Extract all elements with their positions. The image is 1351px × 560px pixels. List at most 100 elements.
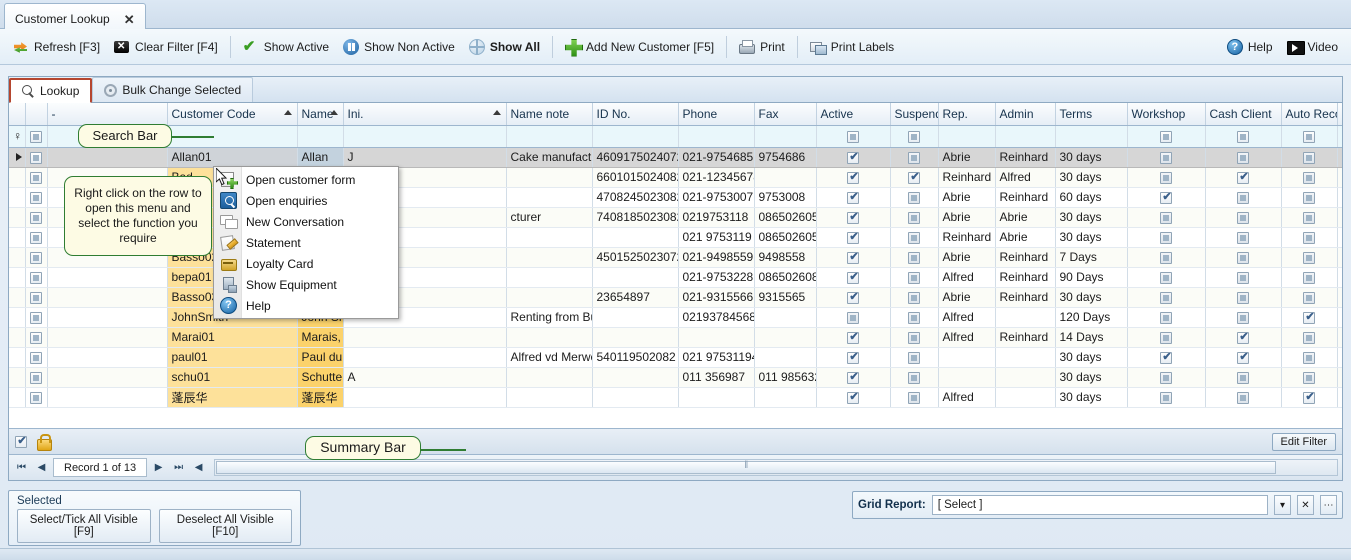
- table-row[interactable]: 蓬辰华蓬辰华 Alfred 30 days 24: [9, 387, 1342, 408]
- row-select-checkbox[interactable]: [30, 271, 42, 284]
- cell-namenote[interactable]: [506, 227, 593, 248]
- cell-fax[interactable]: 9498558: [754, 247, 817, 268]
- cell-workshop[interactable]: [1127, 247, 1206, 268]
- cell-workshop[interactable]: [1127, 267, 1206, 288]
- cell-phone[interactable]: 021-9498559: [678, 247, 755, 268]
- checkbox-cashclient[interactable]: [1237, 251, 1249, 264]
- filter-select-checkbox[interactable]: [30, 130, 42, 143]
- filter-checkbox-workshop[interactable]: [1160, 130, 1172, 143]
- cell-fax[interactable]: [754, 387, 817, 408]
- cell-ini[interactable]: [343, 327, 507, 348]
- row-select-cell[interactable]: [25, 287, 48, 308]
- more-options-icon[interactable]: ⋯: [1320, 495, 1337, 515]
- cell-idno[interactable]: 4609175024072: [592, 146, 679, 168]
- cell-rep[interactable]: Alfred: [938, 307, 996, 328]
- cell-dash[interactable]: [47, 287, 168, 308]
- cell-code[interactable]: paul01: [167, 347, 298, 368]
- cell-admin[interactable]: Abrie: [995, 207, 1056, 228]
- filter-cell-name[interactable]: [297, 125, 344, 148]
- cell-phone[interactable]: 021-9315566: [678, 287, 755, 308]
- cell-active[interactable]: [816, 167, 891, 188]
- checkbox-cashclient[interactable]: [1237, 231, 1249, 244]
- tab-bulk-change-selected[interactable]: Bulk Change Selected: [92, 77, 254, 102]
- checkbox-cashclient[interactable]: [1237, 391, 1249, 404]
- column-header-idno[interactable]: ID No.: [592, 103, 679, 126]
- cell-fax[interactable]: 0865026089: [754, 267, 817, 288]
- cell-autorecon[interactable]: [1281, 187, 1338, 208]
- cell-interest[interactable]: 0: [1337, 347, 1342, 368]
- menu-item-show-equipment[interactable]: Show Equipment: [214, 274, 398, 295]
- cell-workshop[interactable]: [1127, 207, 1206, 228]
- cell-active[interactable]: [816, 347, 891, 368]
- cell-fax[interactable]: 9754686: [754, 146, 817, 168]
- cell-autorecon[interactable]: [1281, 146, 1338, 168]
- cell-cashclient[interactable]: [1205, 267, 1282, 288]
- cell-phone[interactable]: 021-9754685: [678, 146, 755, 168]
- column-header-suspended[interactable]: Suspended: [890, 103, 939, 126]
- filter-cell-terms[interactable]: [1055, 125, 1128, 148]
- cell-rep[interactable]: Abrie: [938, 207, 996, 228]
- cell-cashclient[interactable]: [1205, 387, 1282, 408]
- checkbox-suspended[interactable]: [908, 271, 920, 284]
- filter-cell-rep[interactable]: [938, 125, 996, 148]
- filter-checkbox-suspended[interactable]: [908, 130, 920, 143]
- column-header-ini[interactable]: Ini.: [343, 103, 507, 126]
- cell-phone[interactable]: 021 97531194: [678, 347, 755, 368]
- cell-dash[interactable]: [47, 387, 168, 408]
- checkbox-autorecon[interactable]: [1303, 291, 1315, 304]
- cell-suspended[interactable]: [890, 187, 939, 208]
- cell-phone[interactable]: 021-123456789: [678, 167, 755, 188]
- cell-dash[interactable]: [47, 267, 168, 288]
- cell-suspended[interactable]: [890, 387, 939, 408]
- menu-item-help[interactable]: Help: [214, 295, 398, 316]
- cell-namenote[interactable]: [506, 267, 593, 288]
- row-select-checkbox[interactable]: [30, 211, 42, 224]
- cell-admin[interactable]: [995, 387, 1056, 408]
- checkbox-autorecon[interactable]: [1303, 390, 1316, 404]
- table-row[interactable]: Marai01Marais, Piet AlfredReinhard14 Days…: [9, 327, 1342, 348]
- checkbox-suspended[interactable]: [908, 151, 920, 164]
- sort-ascending-icon[interactable]: [329, 110, 338, 115]
- cell-terms[interactable]: 30 days: [1055, 146, 1128, 168]
- cell-active[interactable]: [816, 146, 891, 168]
- cell-rep[interactable]: [938, 367, 996, 388]
- column-header-admin[interactable]: Admin: [995, 103, 1056, 126]
- checkbox-active[interactable]: [847, 210, 860, 224]
- filter-cell-phone[interactable]: [678, 125, 755, 148]
- cell-cashclient[interactable]: [1205, 187, 1282, 208]
- row-select-checkbox[interactable]: [30, 291, 42, 304]
- checkbox-suspended[interactable]: [908, 311, 920, 324]
- clear-filter-button[interactable]: Clear Filter [F4]: [107, 34, 225, 60]
- cell-active[interactable]: [816, 287, 891, 308]
- checkbox-workshop[interactable]: [1160, 311, 1172, 324]
- row-select-checkbox[interactable]: [30, 311, 42, 324]
- filter-cell-ini[interactable]: [343, 125, 507, 148]
- cell-active[interactable]: [816, 187, 891, 208]
- checkbox-suspended[interactable]: [908, 211, 920, 224]
- row-select-checkbox[interactable]: [30, 351, 42, 364]
- cell-interest[interactable]: 0: [1337, 247, 1342, 268]
- cell-terms[interactable]: 60 days: [1055, 187, 1128, 208]
- column-header-autorecon[interactable]: Auto Recon: [1281, 103, 1338, 126]
- checkbox-workshop[interactable]: [1160, 190, 1173, 204]
- grid-scroll-region[interactable]: -Customer Code NameiIni. Name noteiID No. P…: [9, 103, 1342, 428]
- column-header-code[interactable]: Customer Code: [167, 103, 298, 126]
- cell-cashclient[interactable]: [1205, 146, 1282, 168]
- hscroll-left-button[interactable]: ◀: [190, 459, 207, 477]
- checkbox-workshop[interactable]: [1160, 291, 1172, 304]
- cell-active[interactable]: [816, 307, 891, 328]
- cell-namenote[interactable]: [506, 367, 593, 388]
- filter-cell-active[interactable]: [816, 125, 891, 148]
- cell-terms[interactable]: 30 days: [1055, 227, 1128, 248]
- cell-dash[interactable]: [47, 307, 168, 328]
- row-select-cell[interactable]: [25, 327, 48, 348]
- cell-dash[interactable]: [47, 146, 168, 168]
- cell-terms[interactable]: 120 Days: [1055, 307, 1128, 328]
- checkbox-cashclient[interactable]: [1237, 311, 1249, 324]
- cell-name[interactable]: Marais, Piet: [297, 327, 344, 348]
- filter-cell-autorecon[interactable]: [1281, 125, 1338, 148]
- clear-report-icon[interactable]: ✕: [1297, 495, 1314, 515]
- cell-idno[interactable]: 6601015024082: [592, 167, 679, 188]
- filter-cell-fax[interactable]: [754, 125, 817, 148]
- cell-interest[interactable]: 24: [1337, 387, 1342, 408]
